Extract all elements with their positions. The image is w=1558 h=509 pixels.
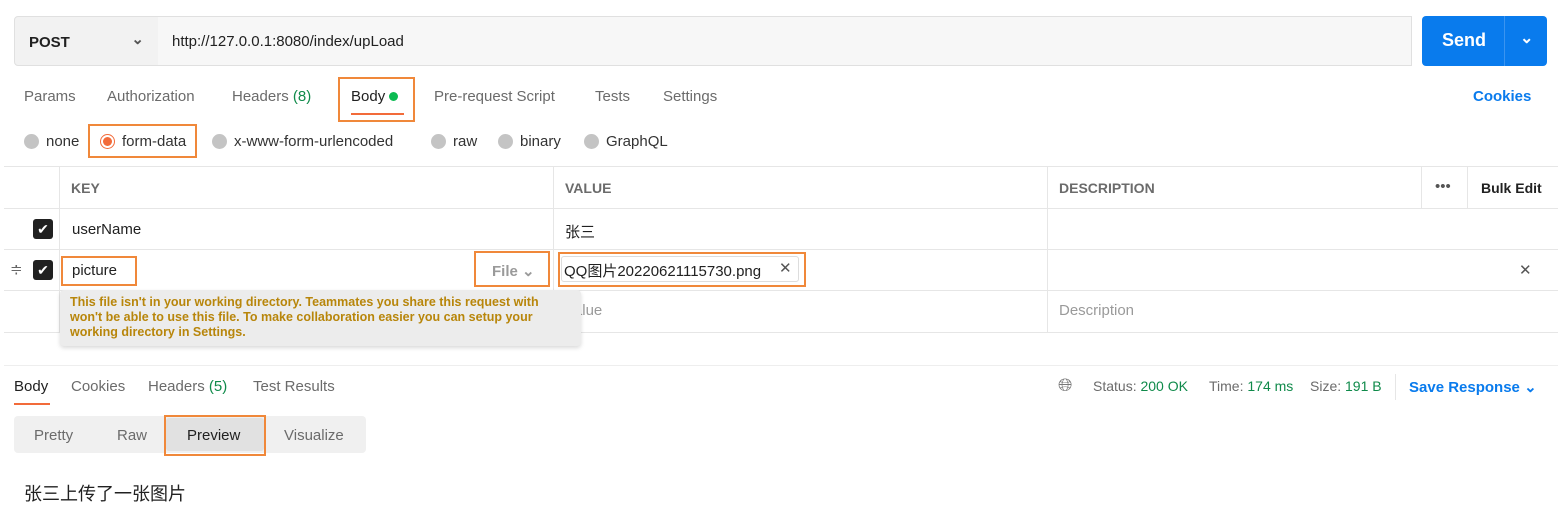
- radio-binary[interactable]: binary: [498, 133, 561, 150]
- radio-raw[interactable]: raw: [431, 133, 477, 150]
- cookies-link[interactable]: Cookies: [1473, 88, 1531, 105]
- column-value: VALUE: [565, 180, 612, 196]
- tab-authorization[interactable]: Authorization: [107, 88, 195, 105]
- response-tab-headers[interactable]: Headers (5): [148, 378, 227, 395]
- method-label: POST: [29, 34, 70, 51]
- tab-headers[interactable]: Headers (8): [232, 88, 311, 105]
- response-tab-body[interactable]: Body: [14, 378, 48, 395]
- tab-count: (8): [292, 88, 312, 105]
- radio-none[interactable]: none: [24, 133, 79, 150]
- radio-label: binary: [520, 133, 561, 150]
- radio-label: none: [46, 133, 80, 150]
- save-response-button[interactable]: Save Response ⌄: [1409, 378, 1537, 396]
- tab-count: (5): [208, 378, 228, 395]
- time-value: 174 ms: [1247, 378, 1294, 394]
- size-label: Size:: [1310, 378, 1342, 394]
- view-pretty[interactable]: Pretty: [34, 427, 73, 444]
- value-cell[interactable]: 张三: [565, 221, 595, 242]
- globe-icon[interactable]: 🌐︎: [1058, 375, 1072, 396]
- response-preview-content: 张三上传了一张图片: [24, 484, 186, 504]
- time-label: Time:: [1209, 378, 1244, 394]
- radio-label: raw: [453, 133, 478, 150]
- tooltip: This file isn't in your working director…: [60, 290, 581, 346]
- size-value: 191 B: [1345, 378, 1382, 394]
- key-cell[interactable]: userName: [72, 221, 141, 238]
- status-readout: Status: 200 OK: [1093, 378, 1188, 394]
- row-checkbox[interactable]: ✔: [33, 260, 53, 280]
- drag-handle-icon[interactable]: ≑: [10, 260, 23, 278]
- column-key: KEY: [71, 180, 100, 196]
- url-input[interactable]: http://127.0.0.1:8080/index/upLoad: [158, 16, 1412, 66]
- size-readout: Size: 191 B: [1310, 378, 1382, 394]
- radio-urlencoded[interactable]: x-www-form-urlencoded: [212, 133, 393, 150]
- more-options-icon[interactable]: •••: [1435, 178, 1451, 195]
- save-label: Save Response: [1409, 379, 1520, 396]
- radio-label: GraphQL: [606, 133, 668, 150]
- view-visualize[interactable]: Visualize: [284, 427, 344, 444]
- method-select[interactable]: POST ⌄: [14, 16, 159, 66]
- chevron-down-icon: ⌄: [1524, 379, 1537, 396]
- response-tab-test-results[interactable]: Test Results: [253, 378, 335, 395]
- radio-graphql[interactable]: GraphQL: [584, 133, 668, 150]
- send-label: Send: [1442, 30, 1487, 50]
- response-tab-cookies[interactable]: Cookies: [71, 378, 125, 395]
- tab-pre-request-script[interactable]: Pre-request Script: [434, 88, 555, 105]
- view-raw[interactable]: Raw: [117, 427, 147, 444]
- bulk-edit-button[interactable]: Bulk Edit: [1481, 180, 1542, 196]
- delete-row-icon[interactable]: ✕: [1519, 261, 1532, 279]
- status-value: 200 OK: [1140, 378, 1188, 394]
- radio-label: x-www-form-urlencoded: [234, 133, 394, 150]
- status-label: Status:: [1093, 378, 1137, 394]
- tab-settings[interactable]: Settings: [663, 88, 717, 105]
- row-checkbox[interactable]: ✔: [33, 219, 53, 239]
- description-placeholder[interactable]: Description: [1059, 302, 1134, 319]
- send-button[interactable]: Send ⌄: [1422, 16, 1547, 66]
- tab-params[interactable]: Params: [24, 88, 76, 105]
- tab-tests[interactable]: Tests: [595, 88, 630, 105]
- tab-label: Headers: [148, 378, 205, 395]
- chevron-down-icon[interactable]: ⌄: [1520, 28, 1533, 48]
- column-description: DESCRIPTION: [1059, 180, 1155, 196]
- time-readout: Time: 174 ms: [1209, 378, 1293, 394]
- chevron-down-icon: ⌄: [131, 31, 144, 48]
- tab-label: Headers: [232, 88, 289, 105]
